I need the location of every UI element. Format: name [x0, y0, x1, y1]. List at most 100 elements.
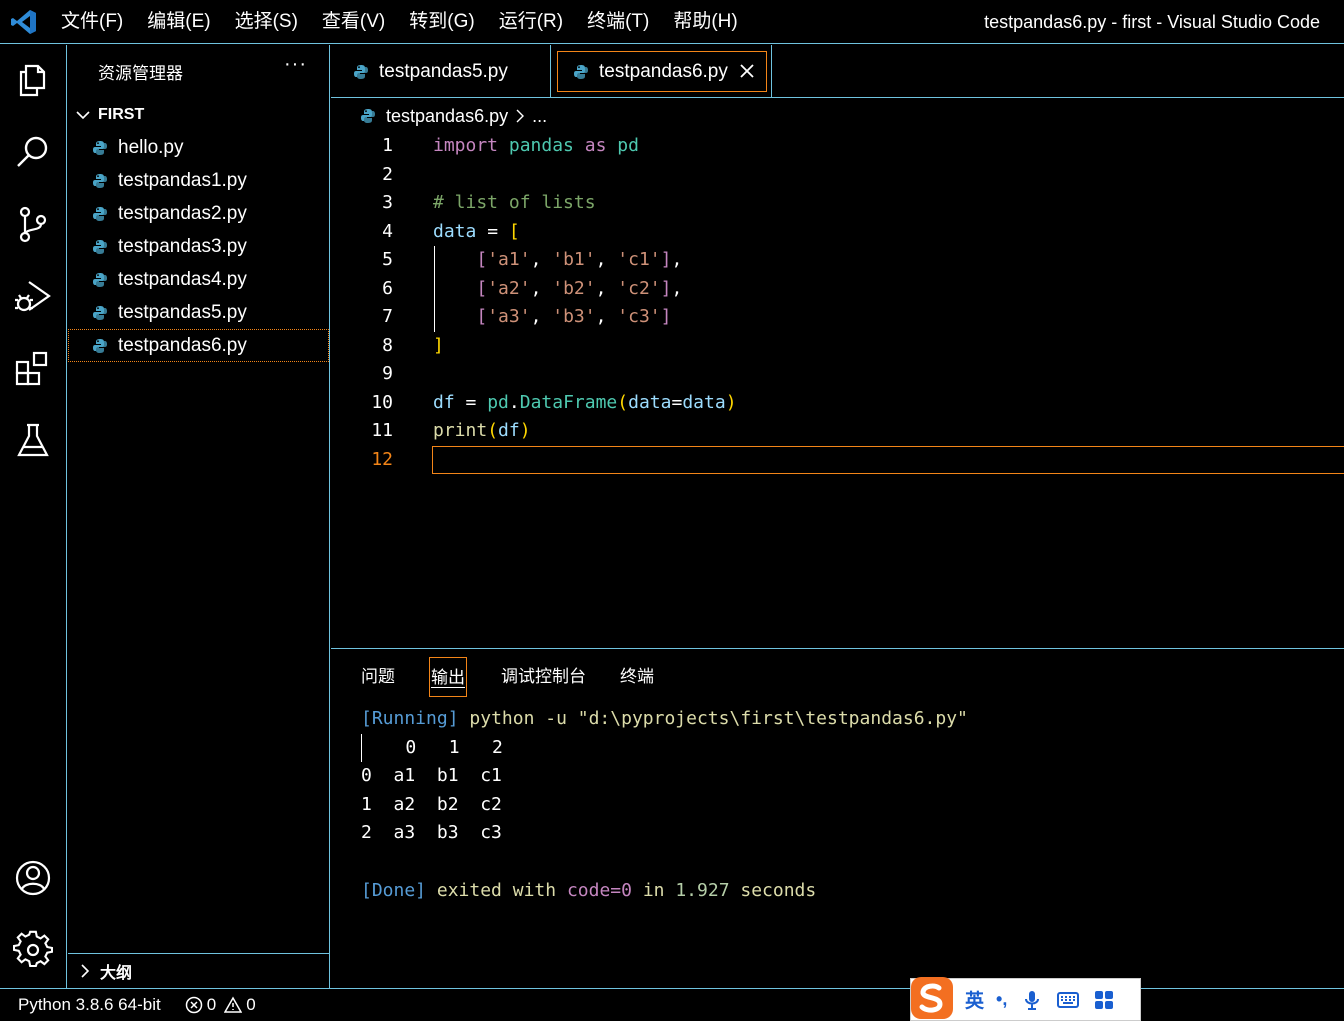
code-line-text: # list of lists	[433, 192, 596, 213]
menu-edit[interactable]: 编辑(E)	[135, 0, 222, 44]
file-item[interactable]: testpandas4.py	[68, 263, 329, 296]
file-item[interactable]: testpandas1.py	[68, 164, 329, 197]
file-name: testpandas4.py	[118, 268, 247, 290]
line-number: 6	[382, 277, 393, 299]
warning-count: 0	[246, 995, 256, 1014]
tab-debug-console[interactable]: 调试控制台	[501, 657, 586, 697]
file-list: hello.py testpandas1.py testpandas2.py t…	[68, 131, 329, 362]
explorer-title: 资源管理器	[98, 64, 183, 83]
code-line-current: 12	[331, 446, 1344, 474]
editor-tabs: testpandas5.py testpandas6.py	[331, 45, 1344, 98]
title-bar: 文件(F) 编辑(E) 选择(S) 查看(V) 转到(G) 运行(R) 终端(T…	[0, 0, 1344, 44]
more-actions-button[interactable]: ···	[284, 53, 307, 76]
code-line-text: print(df)	[433, 420, 531, 441]
python-file-icon	[574, 64, 588, 79]
outline-section[interactable]: 大纲	[68, 953, 329, 988]
code-line: 1 import pandas as pd	[331, 132, 1344, 160]
extensions-icon[interactable]	[12, 347, 54, 389]
output-line: [Done] exited with code=0 in 1.927 secon…	[361, 877, 968, 906]
tab-problems[interactable]: 问题	[361, 657, 395, 697]
done-tag: [Done]	[361, 879, 427, 901]
code-line: 4 data = [	[331, 218, 1344, 246]
file-item[interactable]: testpandas5.py	[68, 296, 329, 329]
problems-indicator[interactable]: 0 0	[185, 995, 256, 1015]
breadcrumb-file[interactable]: testpandas6.py	[386, 106, 508, 127]
search-icon[interactable]	[12, 131, 54, 173]
testing-icon[interactable]	[12, 419, 54, 461]
menu-terminal[interactable]: 终端(T)	[575, 0, 661, 44]
tab-testpandas6[interactable]: testpandas6.py	[552, 45, 772, 98]
window-title: testpandas6.py - first - Visual Studio C…	[984, 12, 1320, 32]
settings-gear-icon[interactable]	[12, 929, 54, 971]
python-interpreter[interactable]: Python 3.8.6 64-bit	[18, 995, 161, 1015]
code-line-text: df = pd.DataFrame(data=data)	[433, 391, 737, 413]
code-line: 8 ]	[331, 332, 1344, 360]
python-file-icon	[93, 173, 107, 188]
code-editor[interactable]: 1 import pandas as pd 2 3 # list of list…	[331, 132, 1344, 644]
elapsed-time: 1.927	[675, 879, 730, 901]
activity-bar	[0, 45, 67, 988]
keyboard-icon[interactable]	[1057, 989, 1080, 1011]
source-control-icon[interactable]	[12, 203, 54, 245]
tab-testpandas5[interactable]: testpandas5.py	[331, 45, 551, 98]
menu-run[interactable]: 运行(R)	[487, 0, 575, 44]
python-file-icon	[93, 140, 107, 155]
line-number: 10	[371, 391, 393, 413]
line-number: 3	[382, 192, 393, 213]
code-line-text: ['a2', 'b2', 'c2'],	[476, 277, 683, 299]
line-number: 7	[382, 306, 393, 327]
code-line-text: ]	[433, 334, 444, 356]
code-line: 9	[331, 360, 1344, 388]
code-line: 10 df = pd.DataFrame(data=data)	[331, 389, 1344, 417]
run-debug-icon[interactable]	[12, 275, 54, 317]
file-name: testpandas6.py	[118, 334, 247, 356]
file-item[interactable]: hello.py	[68, 131, 329, 164]
line-number: 12	[371, 448, 393, 470]
tab-label: testpandas5.py	[379, 60, 508, 82]
menu-file[interactable]: 文件(F)	[49, 0, 135, 44]
panel-tabs: 问题 输出 调试控制台 终端	[361, 657, 688, 697]
bottom-panel: 问题 输出 调试控制台 终端 [Running] python -u "d:\p…	[331, 648, 1344, 988]
python-file-icon	[93, 305, 107, 320]
tab-label: testpandas6.py	[599, 60, 728, 82]
menu-help[interactable]: 帮助(H)	[661, 0, 749, 44]
error-icon	[185, 996, 202, 1014]
file-item-active[interactable]: testpandas6.py	[68, 329, 329, 362]
menu-view[interactable]: 查看(V)	[310, 0, 397, 44]
code-line: 2	[331, 161, 1344, 189]
vscode-logo-icon	[11, 10, 36, 34]
running-tag: [Running]	[361, 708, 459, 729]
code-line-text: ['a1', 'b1', 'c1'],	[476, 249, 683, 270]
code-line-text: data = [	[433, 220, 520, 242]
ime-punctuation[interactable]: •,	[996, 989, 1007, 1010]
file-item[interactable]: testpandas3.py	[68, 230, 329, 263]
menu-selection[interactable]: 选择(S)	[223, 0, 310, 44]
toolbox-grid-icon[interactable]	[1093, 989, 1115, 1011]
code-line-text: import pandas as pd	[433, 135, 639, 156]
line-number: 1	[382, 135, 393, 156]
close-icon[interactable]	[736, 60, 758, 82]
ime-language[interactable]: 英	[965, 986, 984, 1013]
in-word: in	[642, 879, 665, 901]
file-item[interactable]: testpandas2.py	[68, 197, 329, 230]
code-line: 3 # list of lists	[331, 189, 1344, 217]
tab-output[interactable]: 输出	[429, 657, 467, 697]
line-number: 2	[382, 163, 393, 185]
microphone-icon[interactable]	[1021, 989, 1043, 1011]
explorer-icon[interactable]	[12, 59, 54, 101]
menu-go[interactable]: 转到(G)	[397, 0, 486, 44]
folder-first[interactable]: FIRST	[74, 103, 144, 127]
tab-terminal[interactable]: 终端	[620, 657, 654, 697]
line-number: 11	[371, 420, 393, 441]
file-name: testpandas5.py	[118, 301, 247, 323]
output-log[interactable]: [Running] python -u "d:\pyprojects\first…	[361, 705, 968, 905]
output-line: 2 a3 b3 c3	[361, 822, 502, 844]
account-icon[interactable]	[12, 857, 54, 899]
explorer-sidebar: 资源管理器 ··· FIRST hello.py testpandas1.py …	[68, 45, 330, 988]
breadcrumb-symbol[interactable]: ...	[532, 106, 547, 127]
sogou-logo-icon[interactable]	[909, 975, 955, 1021]
file-name: hello.py	[118, 136, 184, 158]
menu-bar: 文件(F) 编辑(E) 选择(S) 查看(V) 转到(G) 运行(R) 终端(T…	[49, 0, 750, 44]
python-file-icon	[361, 109, 375, 123]
